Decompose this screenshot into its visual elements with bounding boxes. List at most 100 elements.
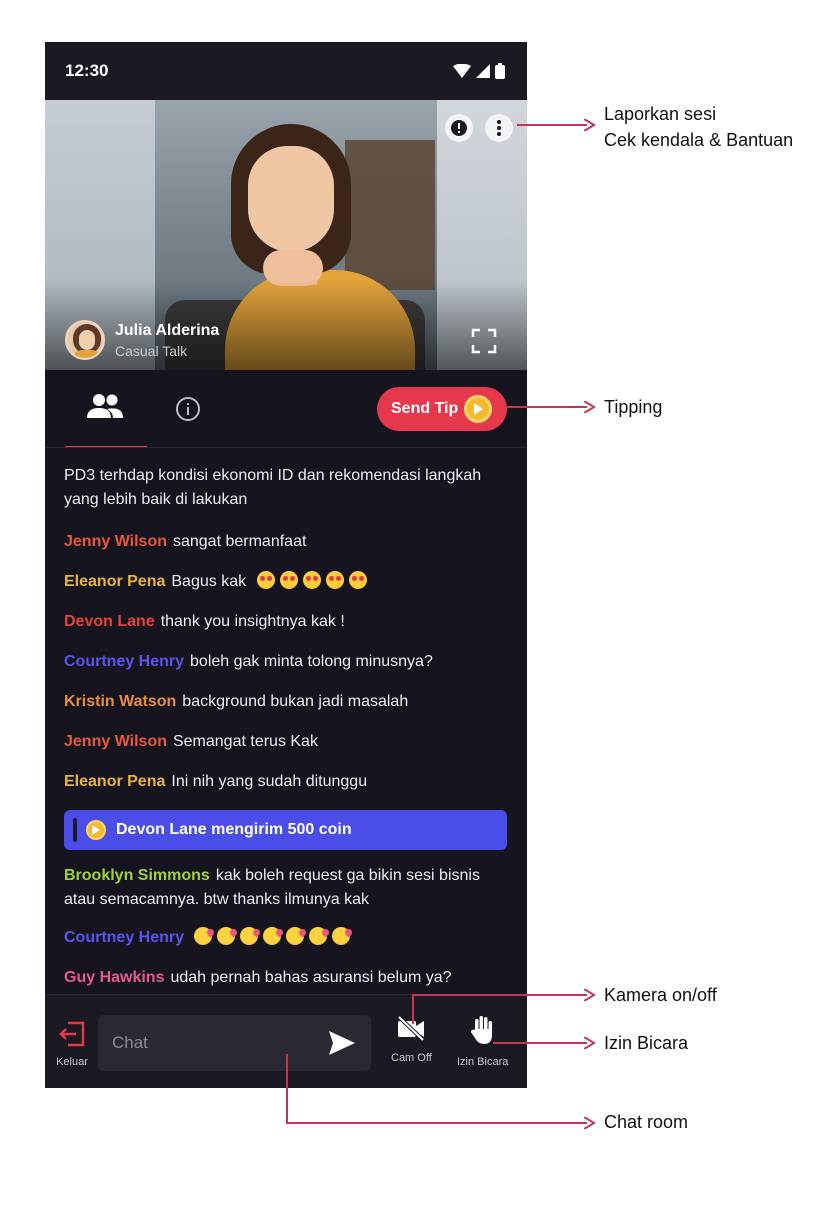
heart-eyes-emoji-icon <box>325 571 344 589</box>
chat-text: boleh gak minta tolong minusnya? <box>190 653 433 670</box>
chat-message: Brooklyn Simmons kak boleh request ga bik… <box>64 864 509 912</box>
chat-message: Jenny Wilson Semangat terus Kak <box>64 730 509 754</box>
send-button[interactable] <box>329 1031 355 1060</box>
heart-eyes-emoji-icon <box>302 571 321 589</box>
report-session-button[interactable] <box>445 114 473 142</box>
emoji-group <box>194 927 355 946</box>
chat-text: background bukan jadi masalah <box>182 693 409 710</box>
signal-icon <box>476 64 490 78</box>
more-vertical-icon <box>497 120 501 136</box>
chat-text: Semangat terus Kak <box>172 733 318 750</box>
chat-username[interactable]: Eleanor Pena <box>64 573 165 590</box>
annotation-tipping: Tipping <box>604 397 663 417</box>
alert-icon <box>451 120 467 136</box>
chat-username[interactable]: Courtney Henry <box>64 929 184 946</box>
host-info: Julia Alderina Casual Talk <box>65 320 219 360</box>
arrowhead-icon <box>584 401 596 413</box>
chat-message: Courtney Henry boleh gak minta tolong min… <box>64 650 509 674</box>
fullscreen-button[interactable] <box>471 328 497 359</box>
coin-icon <box>86 820 106 840</box>
annotation-chat-room: Chat room <box>604 1112 689 1132</box>
raise-hand-icon <box>470 1016 492 1044</box>
annotation-report-line2: Cek kendala & Bantuan <box>604 130 794 150</box>
cam-off-label: Cam Off <box>391 1052 432 1064</box>
arrowhead-icon <box>584 1037 596 1049</box>
heart-eyes-emoji-icon <box>348 571 367 589</box>
kiss-emoji-icon <box>240 927 259 945</box>
annotation-camera: Kamera on/off <box>604 985 717 1005</box>
emoji-group <box>256 571 372 590</box>
kiss-emoji-icon <box>286 927 305 945</box>
tab-info[interactable] <box>175 396 201 427</box>
chat-text: sangat bermanfaat <box>172 533 307 550</box>
system-icons <box>453 63 505 79</box>
annotation-line-chat-v <box>286 1054 288 1124</box>
chat-username[interactable]: Guy Hawkins <box>64 969 164 986</box>
chat-text: udah pernah bahas asuransi belum ya? <box>170 969 452 986</box>
chat-message: Guy Hawkins udah pernah bahas asuransi be… <box>64 966 509 990</box>
people-icon <box>87 394 123 418</box>
chat-username[interactable]: Brooklyn Simmons <box>64 867 210 884</box>
coin-icon <box>464 395 493 423</box>
kiss-emoji-icon <box>263 927 282 945</box>
chat-message: Eleanor Pena Bagus kak <box>64 570 509 594</box>
chat-username[interactable]: Courtney Henry <box>64 653 184 670</box>
kiss-emoji-icon <box>309 927 328 945</box>
annotation-line-camera <box>412 994 587 996</box>
chat-message: Courtney Henry <box>64 926 509 950</box>
chat-text: Bagus kak <box>171 573 247 590</box>
chat-username[interactable]: Jenny Wilson <box>64 533 167 550</box>
tab-bar: Send Tip <box>45 370 527 448</box>
chat-message: Kristin Watson background bukan jadi masa… <box>64 690 509 714</box>
exit-icon <box>59 1021 85 1047</box>
coin-notice-text: Devon Lane mengirim 500 coin <box>116 821 352 838</box>
heart-eyes-emoji-icon <box>256 571 275 589</box>
chat-username[interactable]: Devon Lane <box>64 613 155 630</box>
status-time: 12:30 <box>65 61 109 80</box>
arrowhead-icon <box>584 1117 596 1129</box>
phone-screen: 12:30 Julia Alderina Casual Talk Send Ti… <box>45 42 527 1088</box>
chat-message: Jenny Wilson sangat bermanfaat <box>64 530 509 554</box>
coin-gift-notice: Devon Lane mengirim 500 coin <box>64 810 507 850</box>
wifi-icon <box>453 64 471 78</box>
chat-intro-text: PD3 terhdap kondisi ekonomi ID dan rekom… <box>64 467 482 508</box>
info-icon <box>176 397 200 421</box>
annotation-line-tipping <box>505 406 587 408</box>
exit-button[interactable]: Keluar <box>55 1021 89 1068</box>
chat-message: Devon Lane thank you insightnya kak ! <box>64 610 509 634</box>
annotation-line-chat <box>286 1122 587 1124</box>
send-tip-button[interactable]: Send Tip <box>377 387 507 431</box>
chat-text: Ini nih yang sudah ditunggu <box>171 773 368 790</box>
exit-label: Keluar <box>56 1056 88 1068</box>
chat-text: thank you insightnya kak ! <box>160 613 345 630</box>
chat-username[interactable]: Eleanor Pena <box>64 773 165 790</box>
status-bar: 12:30 <box>45 42 527 100</box>
session-type: Casual Talk <box>115 342 188 359</box>
chat-username[interactable]: Jenny Wilson <box>64 733 167 750</box>
annotation-raise-hand: Izin Bicara <box>604 1033 689 1053</box>
kiss-emoji-icon <box>194 927 213 945</box>
chat-input[interactable] <box>112 1033 312 1053</box>
host-avatar <box>65 320 105 360</box>
arrowhead-icon <box>584 119 596 131</box>
video-stream[interactable]: Julia Alderina Casual Talk <box>45 100 527 370</box>
send-tip-label: Send Tip <box>391 400 459 417</box>
kiss-emoji-icon <box>332 927 351 945</box>
chat-message: Eleanor Pena Ini nih yang sudah ditunggu <box>64 770 509 794</box>
heart-eyes-emoji-icon <box>279 571 298 589</box>
send-icon <box>329 1031 355 1055</box>
arrowhead-icon <box>584 989 596 1001</box>
raise-hand-label: Izin Bicara <box>457 1056 509 1068</box>
annotation-report-line1: Laporkan sesi <box>604 104 717 124</box>
chat-input-box[interactable] <box>98 1015 371 1071</box>
fullscreen-icon <box>471 328 497 354</box>
annotation-line-raise-hand <box>493 1042 587 1044</box>
chat-username[interactable]: Kristin Watson <box>64 693 176 710</box>
battery-icon <box>495 63 505 79</box>
annotation-line-camera-v <box>412 994 414 1024</box>
kiss-emoji-icon <box>217 927 236 945</box>
tab-participants[interactable] <box>85 392 125 425</box>
host-name: Julia Alderina <box>115 321 220 339</box>
annotation-line-report <box>517 124 587 126</box>
more-options-button[interactable] <box>485 114 513 142</box>
